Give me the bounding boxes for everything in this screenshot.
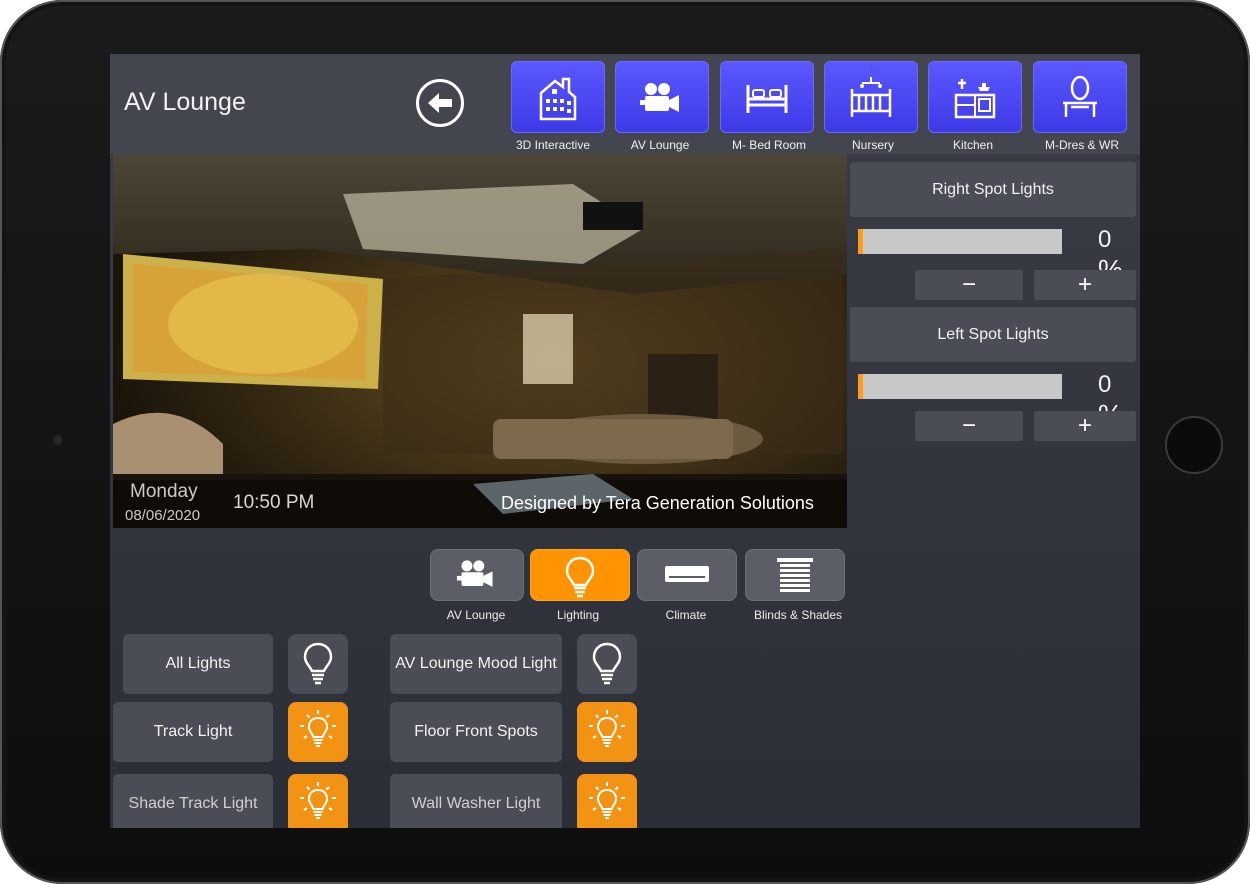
light-bulb-on-icon xyxy=(300,710,336,747)
air-conditioner-icon xyxy=(665,566,709,582)
category-label: Blinds & Shades xyxy=(753,608,843,622)
light-bulb-icon xyxy=(592,642,622,685)
room-tab-m-dres-wr[interactable] xyxy=(1033,61,1127,133)
dimmer-title: Right Spot Lights xyxy=(850,162,1136,217)
light-toggle-button[interactable] xyxy=(288,702,348,762)
category-label: Climate xyxy=(665,608,707,622)
light-toggle-button[interactable] xyxy=(577,774,637,828)
light-bulb-icon xyxy=(565,556,595,598)
room-tab-3d-interactive[interactable] xyxy=(511,61,605,133)
category-blinds-shades-button[interactable] xyxy=(745,549,845,601)
dimmer-percent-value: 0 xyxy=(1098,226,1112,253)
light-toggle-button[interactable] xyxy=(288,774,348,828)
page-title: AV Lounge xyxy=(124,88,246,116)
bed-icon xyxy=(746,85,788,113)
category-label: AV Lounge xyxy=(446,608,506,622)
category-label: Lighting xyxy=(556,608,600,622)
room-photo: Monday 08/06/2020 10:50 PM Designed by T… xyxy=(113,154,847,528)
room-tab-kitchen[interactable] xyxy=(928,61,1022,133)
room-tab-m-bed-room[interactable] xyxy=(720,61,814,133)
light-toggle-button[interactable] xyxy=(577,634,637,694)
light-name-button[interactable]: Floor Front Spots xyxy=(390,702,562,762)
building-icon xyxy=(539,77,577,121)
room-label: M- Bed Room xyxy=(731,138,807,152)
arrow-left-icon xyxy=(428,93,452,113)
day-label: Monday xyxy=(130,481,198,502)
dimmer-slider[interactable] xyxy=(858,229,1062,254)
date-label: 08/06/2020 xyxy=(125,507,201,524)
room-label: 3D Interactive xyxy=(515,138,591,152)
light-bulb-on-icon xyxy=(300,782,336,819)
room-tab-av-lounge[interactable] xyxy=(615,61,709,133)
credit-label: Designed by Tera Generation Solutions xyxy=(501,493,814,513)
dimmer-plus-button[interactable]: + xyxy=(1034,411,1136,441)
category-av-lounge-button[interactable] xyxy=(430,549,524,601)
video-camera-icon xyxy=(456,560,493,587)
light-toggle-button[interactable] xyxy=(577,702,637,762)
dimmer-slider-fill xyxy=(858,374,864,399)
dimmer-minus-button[interactable]: − xyxy=(915,270,1023,300)
blinds-icon xyxy=(777,558,813,592)
light-name-button[interactable]: All Lights xyxy=(123,634,273,694)
dimmer-slider[interactable] xyxy=(858,374,1062,399)
kitchen-icon xyxy=(954,79,996,119)
dimmer-minus-button[interactable]: − xyxy=(915,411,1023,441)
room-label: M-Dres & WR xyxy=(1045,138,1119,152)
light-name-button[interactable]: Wall Washer Light xyxy=(390,774,562,828)
light-name-button[interactable]: Track Light xyxy=(113,702,273,762)
category-lighting-button[interactable] xyxy=(530,549,630,601)
light-toggle-button[interactable] xyxy=(288,634,348,694)
room-label: Nursery xyxy=(851,138,894,152)
light-bulb-on-icon xyxy=(589,782,625,819)
light-name-button[interactable]: AV Lounge Mood Light xyxy=(390,634,562,694)
front-camera xyxy=(52,434,64,446)
video-camera-icon xyxy=(640,83,679,112)
light-name-button[interactable]: Shade Track Light xyxy=(113,774,273,828)
dimmer-plus-button[interactable]: + xyxy=(1034,270,1136,300)
room-tab-nursery[interactable] xyxy=(824,61,918,133)
light-bulb-icon xyxy=(303,642,333,685)
time-label: 10:50 PM xyxy=(233,492,315,513)
dimmer-title: Left Spot Lights xyxy=(850,307,1136,362)
category-climate-button[interactable] xyxy=(637,549,737,601)
room-label: Kitchen xyxy=(952,138,994,152)
home-button[interactable] xyxy=(1165,416,1223,474)
app-screen: AV Lounge 3D Interactive AV Lounge M- Be… xyxy=(110,54,1140,828)
dimmer-percent-value: 0 xyxy=(1098,371,1112,398)
crib-icon xyxy=(850,77,892,117)
back-button[interactable] xyxy=(416,79,464,127)
light-bulb-on-icon xyxy=(589,710,625,747)
dimmer-slider-fill xyxy=(858,229,864,254)
room-label: AV Lounge xyxy=(630,138,690,152)
vanity-icon xyxy=(1063,75,1097,117)
